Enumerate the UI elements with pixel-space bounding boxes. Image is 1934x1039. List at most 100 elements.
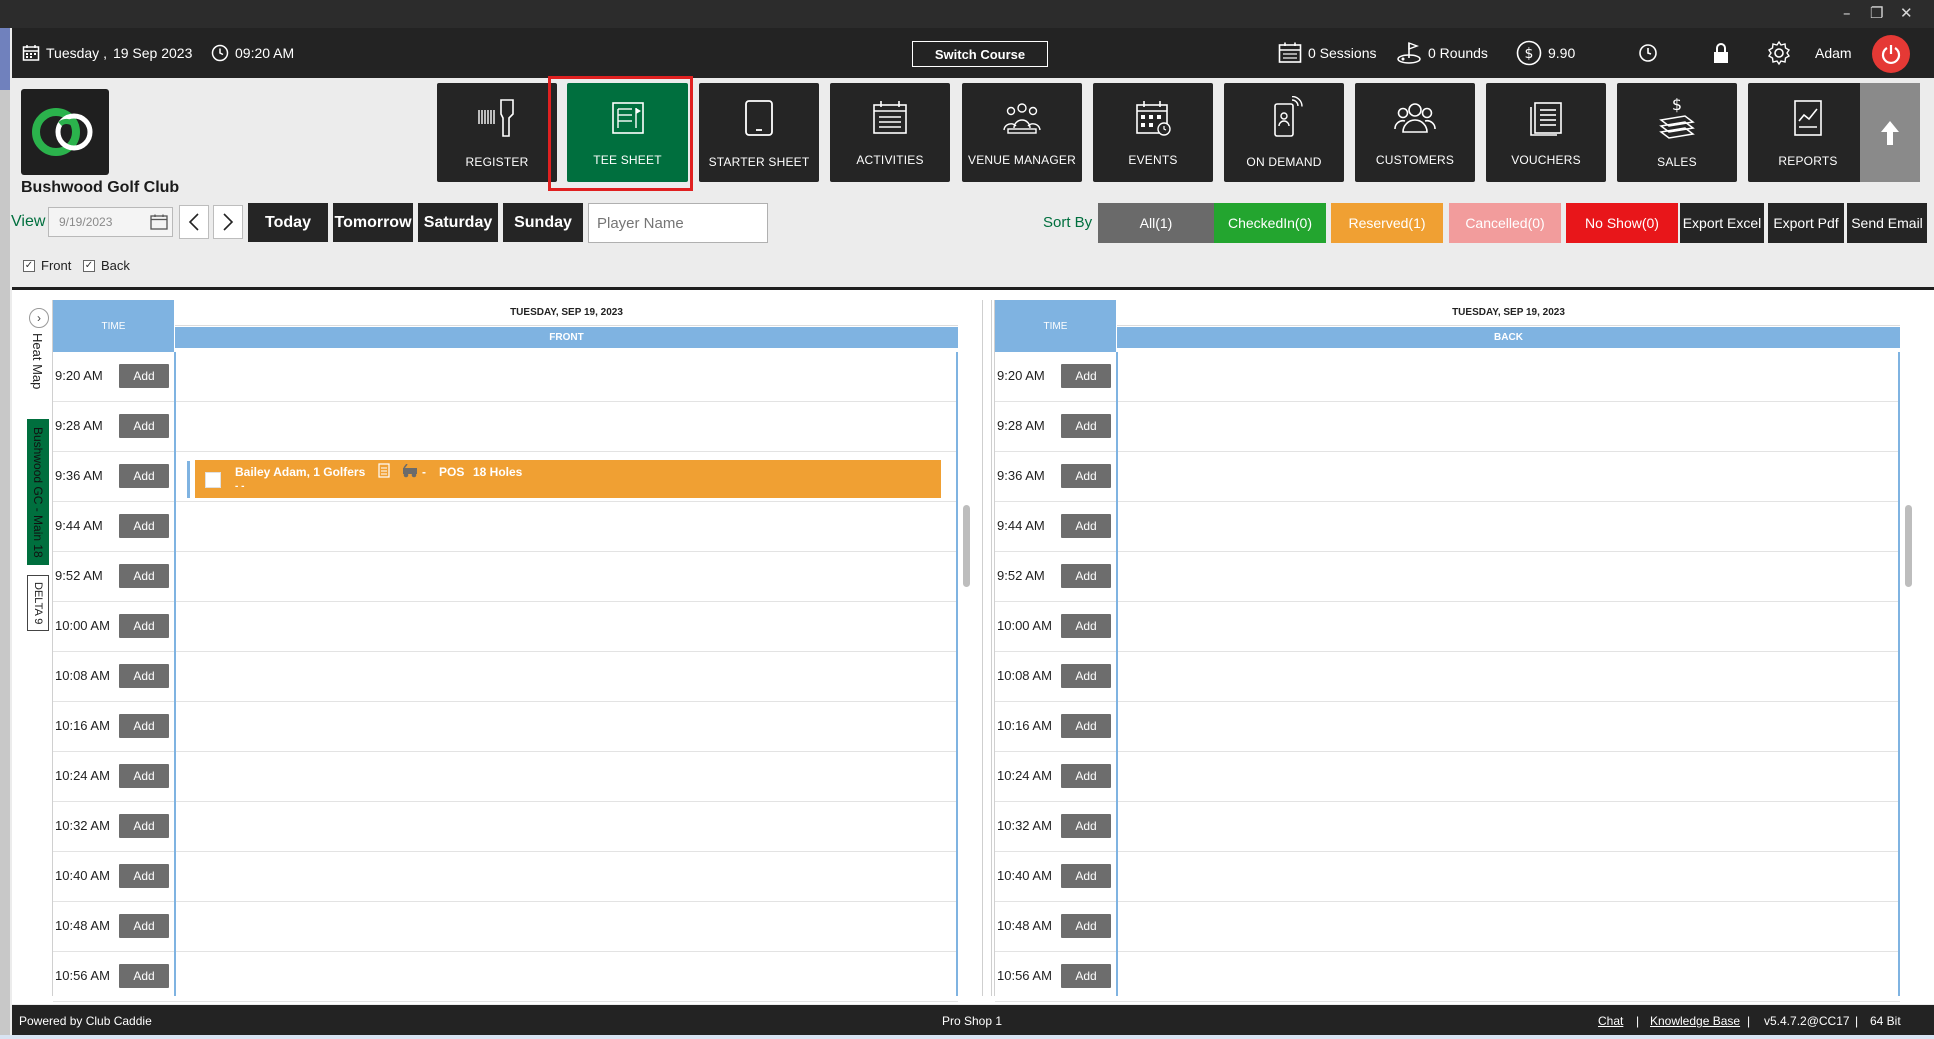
back-tee-slot-cell[interactable]	[1118, 802, 1898, 851]
power-button[interactable]	[1872, 35, 1910, 73]
minimize-icon[interactable]: –	[1843, 4, 1851, 22]
nav-tile-customers[interactable]: CUSTOMERS	[1355, 83, 1475, 182]
tomorrow-button[interactable]: Tomorrow	[333, 203, 413, 242]
filter-no-show-button[interactable]: No Show(0)	[1566, 203, 1678, 243]
back-add-tee-time-button[interactable]: Add	[1061, 364, 1111, 388]
back-tee-slot-cell[interactable]	[1118, 402, 1898, 451]
front-tee-slot-cell[interactable]	[176, 402, 956, 451]
back-tee-slot-cell[interactable]	[1118, 502, 1898, 551]
date-picker-calendar-icon[interactable]	[148, 211, 170, 233]
sunday-button[interactable]: Sunday	[503, 203, 583, 242]
nav-tile-venue-manager[interactable]: VENUE MANAGER	[962, 83, 1082, 182]
nav-tile-starter-sheet[interactable]: STARTER SHEET	[699, 83, 819, 182]
front-tee-slot-cell[interactable]	[176, 952, 956, 1001]
back-checkbox[interactable]: ✓ Back	[83, 258, 130, 273]
back-tee-slot-cell[interactable]	[1118, 652, 1898, 701]
sessions-display[interactable]: 0 Sessions	[1278, 28, 1376, 78]
back-tee-slot-cell[interactable]	[1118, 702, 1898, 751]
front-tee-slot-cell[interactable]	[176, 602, 956, 651]
balance-display[interactable]: $ 9.90	[1516, 28, 1575, 78]
filter-cancelled-button[interactable]: Cancelled(0)	[1449, 203, 1561, 243]
expand-sidebar-button[interactable]: ›	[29, 308, 49, 328]
back-add-tee-time-button[interactable]: Add	[1061, 414, 1111, 438]
back-add-tee-time-button[interactable]: Add	[1061, 664, 1111, 688]
previous-day-button[interactable]	[179, 205, 209, 239]
front-add-tee-time-button[interactable]: Add	[119, 414, 169, 438]
back-tee-slot-cell[interactable]	[1118, 752, 1898, 801]
front-add-tee-time-button[interactable]: Add	[119, 664, 169, 688]
scroll-up-button[interactable]	[1860, 83, 1920, 182]
export-excel-button[interactable]: Export Excel	[1680, 203, 1764, 243]
nav-tile-sales[interactable]: $ SALES	[1617, 83, 1737, 182]
back-tee-slot-cell[interactable]	[1118, 602, 1898, 651]
panel-splitter[interactable]	[982, 300, 992, 996]
chat-link[interactable]: Chat	[1598, 1014, 1623, 1028]
back-add-tee-time-button[interactable]: Add	[1061, 814, 1111, 838]
saturday-button[interactable]: Saturday	[418, 203, 498, 242]
course-tab-delta-9[interactable]: DELTA 9	[27, 575, 49, 631]
back-tee-slot-cell[interactable]	[1118, 952, 1898, 1001]
front-tee-slot-cell[interactable]	[176, 852, 956, 901]
back-tee-slot-cell[interactable]	[1118, 852, 1898, 901]
front-add-tee-time-button[interactable]: Add	[119, 964, 169, 988]
lock-button[interactable]	[1712, 28, 1730, 78]
back-tee-slot-cell[interactable]	[1118, 352, 1898, 401]
front-scrollbar-thumb[interactable]	[963, 505, 970, 587]
back-add-tee-time-button[interactable]: Add	[1061, 864, 1111, 888]
booking-select-checkbox[interactable]	[205, 472, 221, 488]
user-name[interactable]: Adam	[1815, 28, 1852, 78]
back-add-tee-time-button[interactable]: Add	[1061, 764, 1111, 788]
back-add-tee-time-button[interactable]: Add	[1061, 464, 1111, 488]
front-checkbox-box[interactable]: ✓	[23, 259, 35, 272]
front-add-tee-time-button[interactable]: Add	[119, 364, 169, 388]
back-tee-slot-cell[interactable]	[1118, 452, 1898, 501]
back-add-tee-time-button[interactable]: Add	[1061, 564, 1111, 588]
knowledge-base-link[interactable]: Knowledge Base	[1650, 1014, 1740, 1028]
front-tee-slot-cell[interactable]	[176, 502, 956, 551]
settings-button[interactable]	[1766, 28, 1792, 78]
today-button[interactable]: Today	[248, 203, 328, 242]
next-day-button[interactable]	[213, 205, 243, 239]
course-tab-main-18[interactable]: Bushwood GC - Main 18	[27, 419, 49, 565]
front-tee-slot-cell[interactable]	[176, 802, 956, 851]
back-add-tee-time-button[interactable]: Add	[1061, 914, 1111, 938]
front-add-tee-time-button[interactable]: Add	[119, 814, 169, 838]
switch-course-button[interactable]: Switch Course	[912, 41, 1048, 67]
nav-tile-on-demand[interactable]: ON DEMAND	[1224, 83, 1344, 182]
front-add-tee-time-button[interactable]: Add	[119, 764, 169, 788]
send-email-button[interactable]: Send Email	[1847, 203, 1927, 243]
export-pdf-button[interactable]: Export Pdf	[1768, 203, 1844, 243]
front-tee-slot-cell[interactable]	[176, 752, 956, 801]
booking-bailey-adam[interactable]: Bailey Adam, 1 Golfers - POS 18 Holes - …	[195, 460, 941, 498]
close-icon[interactable]: ✕	[1900, 4, 1913, 22]
front-add-tee-time-button[interactable]: Add	[119, 514, 169, 538]
front-tee-slot-cell[interactable]	[176, 652, 956, 701]
front-add-tee-time-button[interactable]: Add	[119, 714, 169, 738]
back-add-tee-time-button[interactable]: Add	[1061, 514, 1111, 538]
back-add-tee-time-button[interactable]: Add	[1061, 714, 1111, 738]
front-add-tee-time-button[interactable]: Add	[119, 464, 169, 488]
booking-note-icon[interactable]	[378, 463, 390, 481]
front-tee-slot-cell[interactable]	[176, 702, 956, 751]
player-name-input[interactable]	[588, 203, 768, 243]
rounds-display[interactable]: 0 Rounds	[1396, 28, 1488, 78]
back-checkbox-box[interactable]: ✓	[83, 259, 95, 272]
front-tee-slot-cell[interactable]	[176, 352, 956, 401]
filter-checkedin-button[interactable]: CheckedIn(0)	[1214, 203, 1326, 243]
back-add-tee-time-button[interactable]: Add	[1061, 614, 1111, 638]
filter-all-button[interactable]: All(1)	[1098, 203, 1214, 243]
front-checkbox[interactable]: ✓ Front	[23, 258, 71, 273]
back-add-tee-time-button[interactable]: Add	[1061, 964, 1111, 988]
front-tee-slot-cell[interactable]	[176, 552, 956, 601]
heat-map-toggle[interactable]: Heat Map	[30, 333, 45, 389]
back-tee-slot-cell[interactable]	[1118, 902, 1898, 951]
back-tee-slot-cell[interactable]	[1118, 552, 1898, 601]
history-button[interactable]	[1638, 28, 1658, 78]
nav-tile-register[interactable]: REGISTER	[437, 83, 557, 182]
restore-icon[interactable]: ❐	[1870, 4, 1883, 22]
back-scrollbar-thumb[interactable]	[1905, 505, 1912, 587]
nav-tile-reports[interactable]: REPORTS	[1748, 83, 1868, 182]
front-add-tee-time-button[interactable]: Add	[119, 864, 169, 888]
front-add-tee-time-button[interactable]: Add	[119, 614, 169, 638]
nav-tile-activities[interactable]: ACTIVITIES	[830, 83, 950, 182]
